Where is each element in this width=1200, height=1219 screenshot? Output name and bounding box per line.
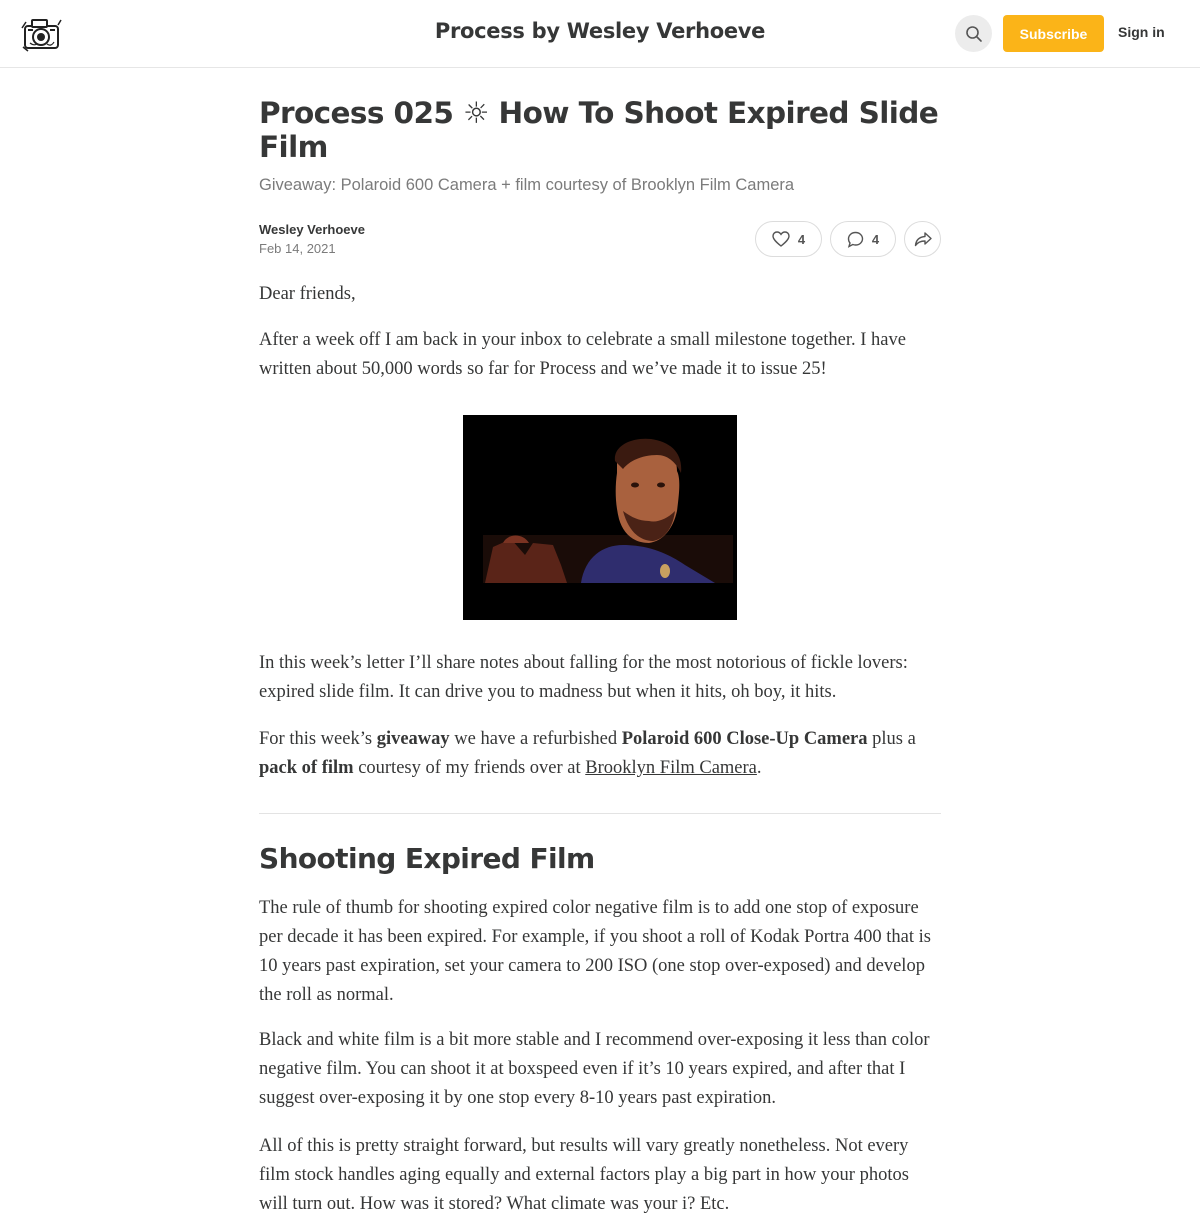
giveaway-text: we have a refurbished (449, 729, 622, 749)
comment-button[interactable]: 4 (830, 221, 896, 257)
results-paragraph: All of this is pretty straight forward, … (259, 1136, 909, 1214)
search-button[interactable] (955, 15, 992, 52)
brooklyn-film-camera-link[interactable]: Brooklyn Film Camera (585, 758, 757, 778)
comment-count: 4 (871, 231, 880, 247)
like-button[interactable]: 4 (755, 221, 822, 257)
giveaway-text: courtesy of my friends over at (353, 758, 586, 778)
giveaway-bold-word: giveaway (376, 729, 450, 749)
post-subtitle: Giveaway: Polaroid 600 Camera + film cou… (259, 176, 795, 194)
section-divider (259, 813, 941, 814)
rule-of-thumb-paragraph: The rule of thumb for shooting expired c… (259, 898, 931, 1005)
search-icon (965, 25, 982, 42)
like-count: 4 (797, 231, 806, 247)
black-white-paragraph: Black and white film is a bit more stabl… (259, 1030, 930, 1108)
share-button[interactable] (904, 221, 941, 257)
section-heading: Shooting Expired Film (259, 842, 595, 875)
sign-in-link[interactable]: Sign in (1118, 24, 1165, 40)
post-title: Process 025 ☼ How To Shoot Expired Slide… (259, 96, 939, 164)
letter-paragraph: In this week’s letter I’ll share notes a… (259, 653, 908, 702)
author-name[interactable]: Wesley Verhoeve (259, 222, 365, 237)
giveaway-paragraph: For this week’s giveaway we have a refur… (259, 725, 941, 783)
top-bar: Process by Wesley Verhoeve Subscribe Sig… (0, 0, 1200, 68)
post-date: Feb 14, 2021 (259, 241, 336, 256)
share-icon (914, 232, 932, 247)
film-pack-bold: pack of film (259, 758, 354, 778)
giveaway-text: . (756, 758, 762, 778)
heart-icon (772, 231, 790, 247)
greeting-paragraph: Dear friends, (259, 284, 356, 304)
subscribe-button[interactable]: Subscribe (1003, 15, 1104, 52)
camera-name-bold: Polaroid 600 Close-Up Camera (621, 729, 868, 749)
embedded-gif-image[interactable] (463, 415, 737, 620)
giveaway-text: plus a (867, 729, 916, 749)
giveaway-text: For this week’s (259, 729, 377, 749)
intro-paragraph: After a week off I am back in your inbox… (259, 330, 906, 379)
comment-icon (847, 231, 864, 248)
